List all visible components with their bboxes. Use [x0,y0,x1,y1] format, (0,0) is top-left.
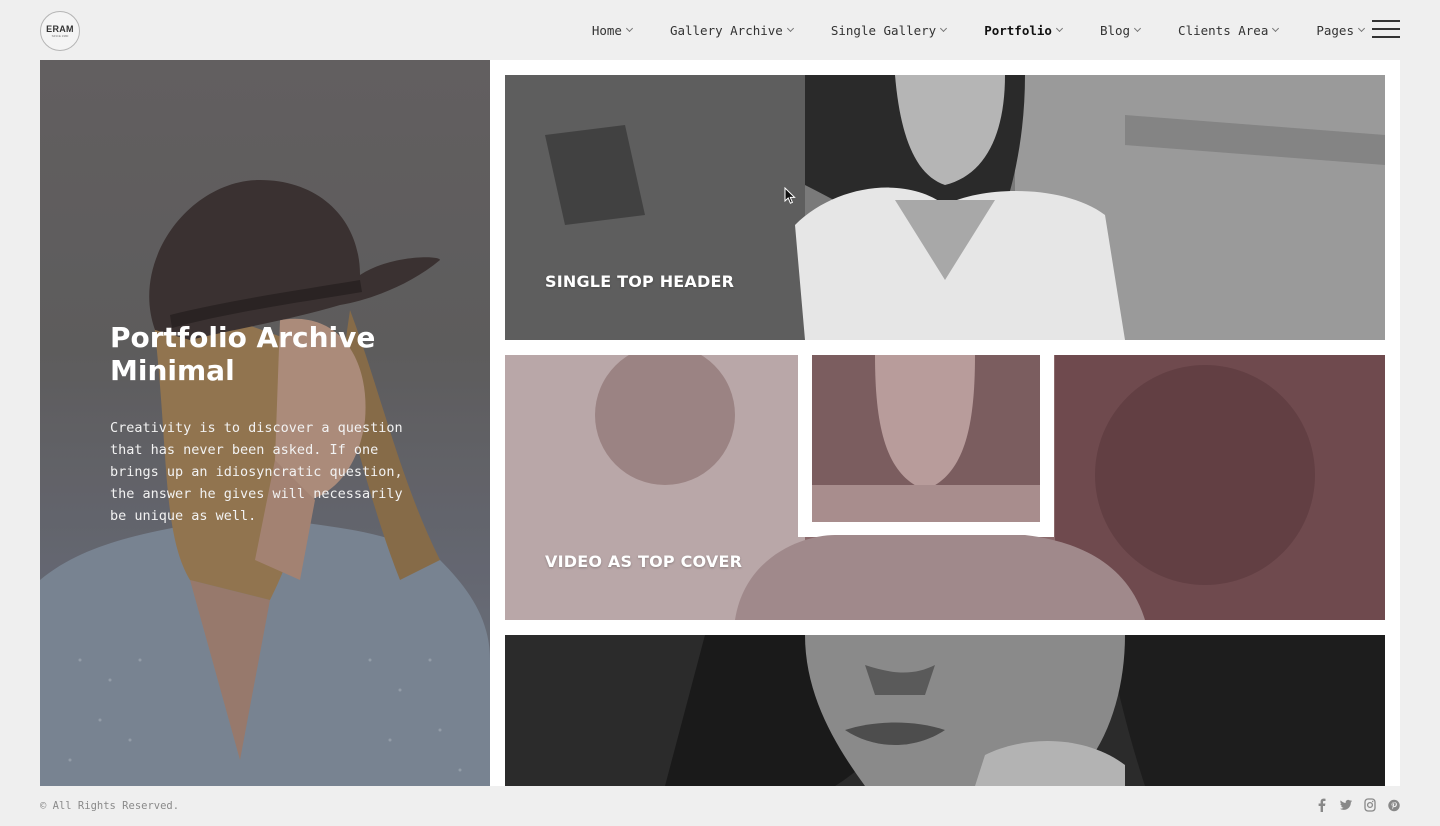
hamburger-icon[interactable] [1372,20,1400,38]
page-title: Portfolio Archive Minimal [110,321,376,387]
portfolio-card-title: VIDEO AS TOP COVER [545,552,743,571]
instagram-icon[interactable] [1364,798,1376,812]
chevron-down-icon [940,24,948,33]
portfolio-card[interactable]: SINGLE TOP HEADER [505,75,1385,340]
site-logo[interactable]: ERAM SINCE 1980 [40,11,80,51]
portfolio-card[interactable]: VIDEO AS TOP COVER [505,355,1385,620]
portfolio-card[interactable] [505,635,1385,786]
portfolio-gallery: SINGLE TOP HEADER VIDEO AS TOP COVER [490,60,1400,786]
nav-label: Clients Area [1178,22,1269,38]
nav-label: Single Gallery [830,22,937,38]
main-nav: Home Gallery Archive Single Gallery Port… [554,0,1366,60]
nav-label: Blog [1099,22,1131,38]
twitter-icon[interactable] [1340,798,1352,812]
portfolio-card-image [505,75,1385,340]
facebook-icon[interactable] [1316,798,1328,812]
nav-item-blog[interactable]: Blog [1099,22,1142,38]
portfolio-card-image [505,635,1385,786]
logo-text: ERAM [46,23,74,34]
nav-item-pages[interactable]: Pages [1316,22,1366,38]
site-footer: © All Rights Reserved. [0,786,1440,826]
nav-item-portfolio[interactable]: Portfolio [984,22,1063,38]
chevron-down-icon [1272,24,1280,33]
social-links [1304,798,1400,812]
site-header: ERAM SINCE 1980 Home Gallery Archive Sin… [0,0,1440,60]
chevron-down-icon [625,24,633,33]
hero-description: Creativity is to discover a question tha… [110,420,403,524]
portfolio-card-title: SINGLE TOP HEADER [545,272,735,291]
chevron-down-icon [1134,24,1142,33]
chevron-down-icon [786,24,794,33]
nav-label: Portfolio [984,22,1052,38]
pinterest-icon[interactable] [1388,798,1400,812]
chevron-down-icon [1055,24,1063,33]
nav-item-gallery-archive[interactable]: Gallery Archive [669,22,794,38]
copyright-text: © All Rights Reserved. [40,800,180,812]
nav-label: Home [591,22,622,38]
chevron-down-icon [1357,24,1366,33]
logo-subtext: SINCE 1980 [51,33,69,38]
nav-label: Pages [1316,22,1354,38]
nav-item-home[interactable]: Home [591,22,633,38]
portfolio-card-image [505,355,1385,620]
nav-item-clients-area[interactable]: Clients Area [1178,22,1280,38]
hero-panel: Portfolio Archive Minimal Creativity is … [40,60,490,786]
nav-item-single-gallery[interactable]: Single Gallery [830,22,948,38]
nav-label: Gallery Archive [669,22,783,38]
